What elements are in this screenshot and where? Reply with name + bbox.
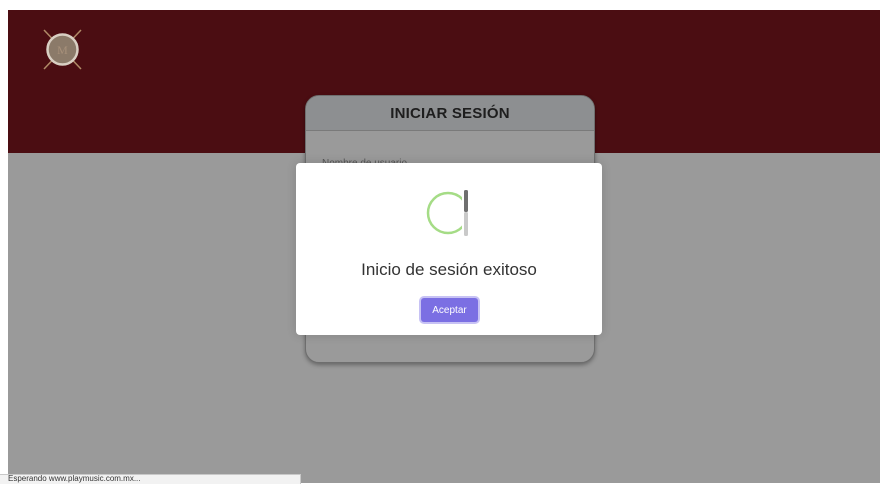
success-check-icon xyxy=(414,185,484,241)
svg-text:M: M xyxy=(57,43,68,57)
success-ring-icon xyxy=(426,189,472,237)
modal-message: Inicio de sesión exitoso xyxy=(361,260,537,279)
login-card-title: INICIAR SESIÓN xyxy=(390,105,510,122)
browser-viewport: M INICIAR SESIÓN Nombre de usuario Inici… xyxy=(8,10,880,483)
logo-icon: M xyxy=(43,29,82,70)
confirm-button[interactable]: Aceptar xyxy=(421,298,478,322)
brand-logo[interactable]: M xyxy=(40,27,85,72)
success-modal: Inicio de sesión exitoso Aceptar xyxy=(296,163,602,335)
login-card-header: INICIAR SESIÓN xyxy=(306,96,594,131)
